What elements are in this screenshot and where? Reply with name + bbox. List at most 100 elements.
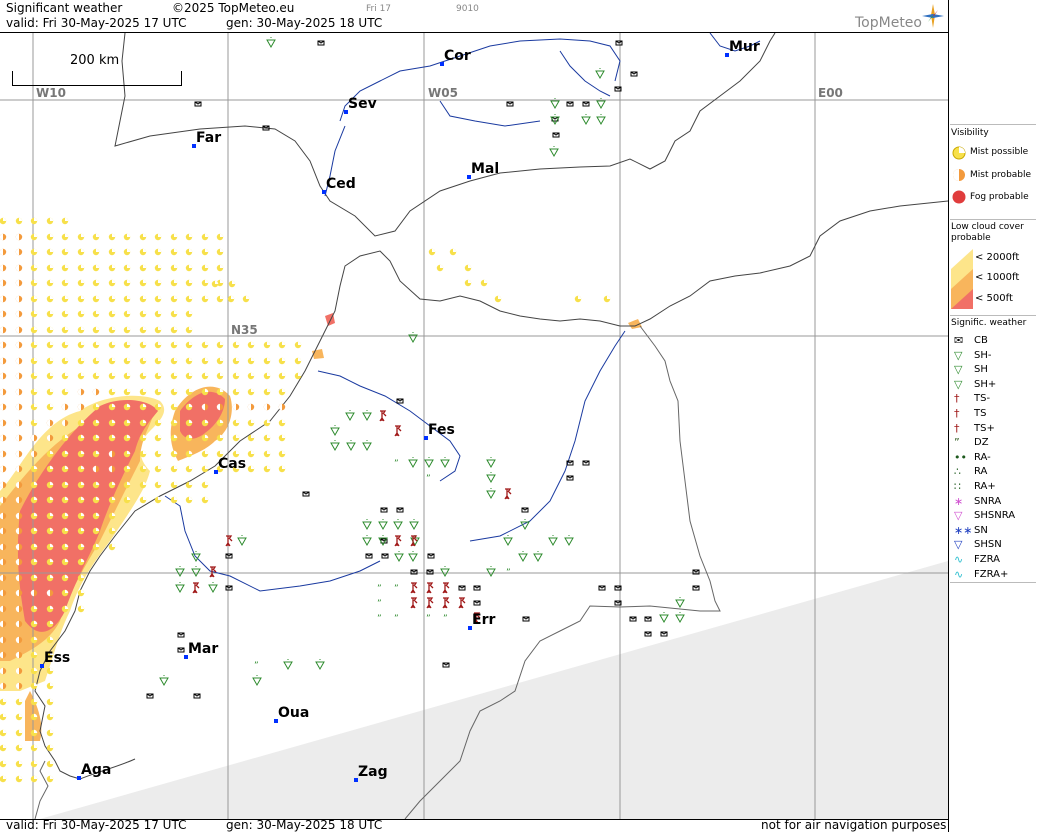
mist-possible-symbol [216, 295, 224, 303]
mist-possible-symbol [61, 450, 69, 458]
mist-possible-symbol [154, 496, 162, 504]
mist-possible-symbol [263, 450, 271, 458]
mist-possible-symbol [139, 403, 147, 411]
mist-possible-symbol [139, 279, 147, 287]
mist-possible-symbol [46, 775, 54, 783]
legend-sigwx-label: SNRA [974, 495, 1002, 507]
drizzle-symbol: ” [426, 474, 431, 484]
mist-possible-symbol [170, 326, 178, 334]
mist-possible-symbol [139, 310, 147, 318]
mist-possible-symbol [108, 357, 116, 365]
cb-symbol [582, 101, 590, 107]
mist-possible-symbol [61, 558, 69, 566]
shower-symbol [659, 612, 669, 624]
mist-possible-symbol [15, 729, 23, 737]
mist-probable-symbol [15, 388, 23, 396]
mist-possible-symbol [30, 357, 38, 365]
mist-possible-symbol [61, 279, 69, 287]
mist-possible-symbol [154, 248, 162, 256]
mist-possible-symbol [92, 372, 100, 380]
mist-possible-symbol [77, 372, 85, 380]
mist-possible-symbol [216, 264, 224, 272]
mist-possible-symbol [185, 434, 193, 442]
legend-sigwx-label: TS- [974, 393, 991, 405]
valid-time: valid: Fri 30-May-2025 17 UTC [6, 16, 187, 30]
mist-possible-symbol [61, 233, 69, 241]
mist-probable-symbol [0, 589, 7, 597]
legend-lc-500: < 500ft [975, 293, 1013, 304]
mist-possible-symbol [216, 248, 224, 256]
mist-possible-symbol [139, 450, 147, 458]
city-label-ced: Ced [326, 176, 356, 192]
mist-probable-symbol [201, 403, 209, 411]
mist-possible-symbol [77, 279, 85, 287]
legend-ra-plus-icon: ∷ [954, 480, 961, 493]
shower-symbol [362, 519, 372, 531]
city-label-mar: Mar [188, 641, 219, 657]
mist-probable-symbol [92, 388, 100, 396]
cb-symbol [396, 398, 404, 404]
cb-symbol [615, 40, 623, 46]
mist-possible-symbol [46, 496, 54, 504]
mist-possible-symbol [242, 295, 250, 303]
mist-possible-symbol [46, 388, 54, 396]
mist-possible-symbol [61, 589, 69, 597]
low-cloud-500 [17, 399, 159, 632]
mist-probable-symbol [0, 512, 7, 520]
mist-possible-symbol [123, 496, 131, 504]
mist-possible-symbol [30, 279, 38, 287]
mist-possible-symbol [77, 419, 85, 427]
mist-possible-symbol [123, 434, 131, 442]
mist-probable-symbol [15, 341, 23, 349]
mist-possible-symbol [170, 450, 178, 458]
code-label: 9010 [456, 4, 479, 14]
mist-probable-symbol [30, 434, 38, 442]
mist-possible-symbol [154, 341, 162, 349]
thunderstorm-symbol [410, 597, 418, 609]
mist-possible-symbol [123, 481, 131, 489]
mist-possible-symbol [263, 465, 271, 473]
cb-symbol [566, 101, 574, 107]
mist-possible-symbol [232, 357, 240, 365]
mist-possible-symbol [30, 698, 38, 706]
shower-symbol [252, 675, 262, 687]
mist-possible-symbol [30, 760, 38, 768]
cb-symbol [193, 693, 201, 699]
mist-possible-symbol [232, 388, 240, 396]
legend-ts-plus-icon: † [954, 421, 960, 435]
mist-possible-symbol [123, 419, 131, 427]
mist-possible-symbol [170, 233, 178, 241]
mist-probable-symbol [247, 403, 255, 411]
legend-ra-minus-icon: •• [954, 450, 967, 464]
mist-probable-symbol [108, 450, 116, 458]
mist-possible-symbol [92, 512, 100, 520]
mist-possible-symbol [201, 233, 209, 241]
thunderstorm-symbol [442, 582, 450, 594]
thunderstorm-symbol [426, 597, 434, 609]
mist-possible-symbol [30, 620, 38, 628]
mist-possible-symbol [154, 233, 162, 241]
shower-symbol [408, 332, 418, 344]
mist-possible-symbol [294, 341, 302, 349]
mist-possible-symbol [0, 713, 7, 721]
city-label-cor: Cor [444, 48, 471, 64]
mist-possible-symbol [449, 248, 457, 256]
mist-possible-symbol [170, 388, 178, 396]
weather-map[interactable]: ” ” ” ” ” ” ” ” ” ” ” 200 km W10 W05 E00 N35 Cor Mu… [0, 32, 949, 820]
thunderstorm-symbol [504, 488, 512, 500]
mist-possible-symbol [154, 403, 162, 411]
mist-probable-symbol [15, 419, 23, 427]
mist-possible-symbol [170, 403, 178, 411]
mist-possible-symbol [77, 558, 85, 566]
mist-possible-symbol [170, 419, 178, 427]
mist-possible-symbol [123, 326, 131, 334]
mist-possible-symbol [227, 295, 235, 303]
mist-possible-symbol [46, 698, 54, 706]
mist-possible-symbol [185, 295, 193, 303]
drizzle-symbol: ” [377, 584, 382, 594]
mist-possible-symbol [77, 310, 85, 318]
mist-possible-symbol [61, 434, 69, 442]
mist-possible-symbol [139, 326, 147, 334]
mist-probable-symbol [15, 667, 23, 675]
mist-possible-symbol [61, 527, 69, 535]
